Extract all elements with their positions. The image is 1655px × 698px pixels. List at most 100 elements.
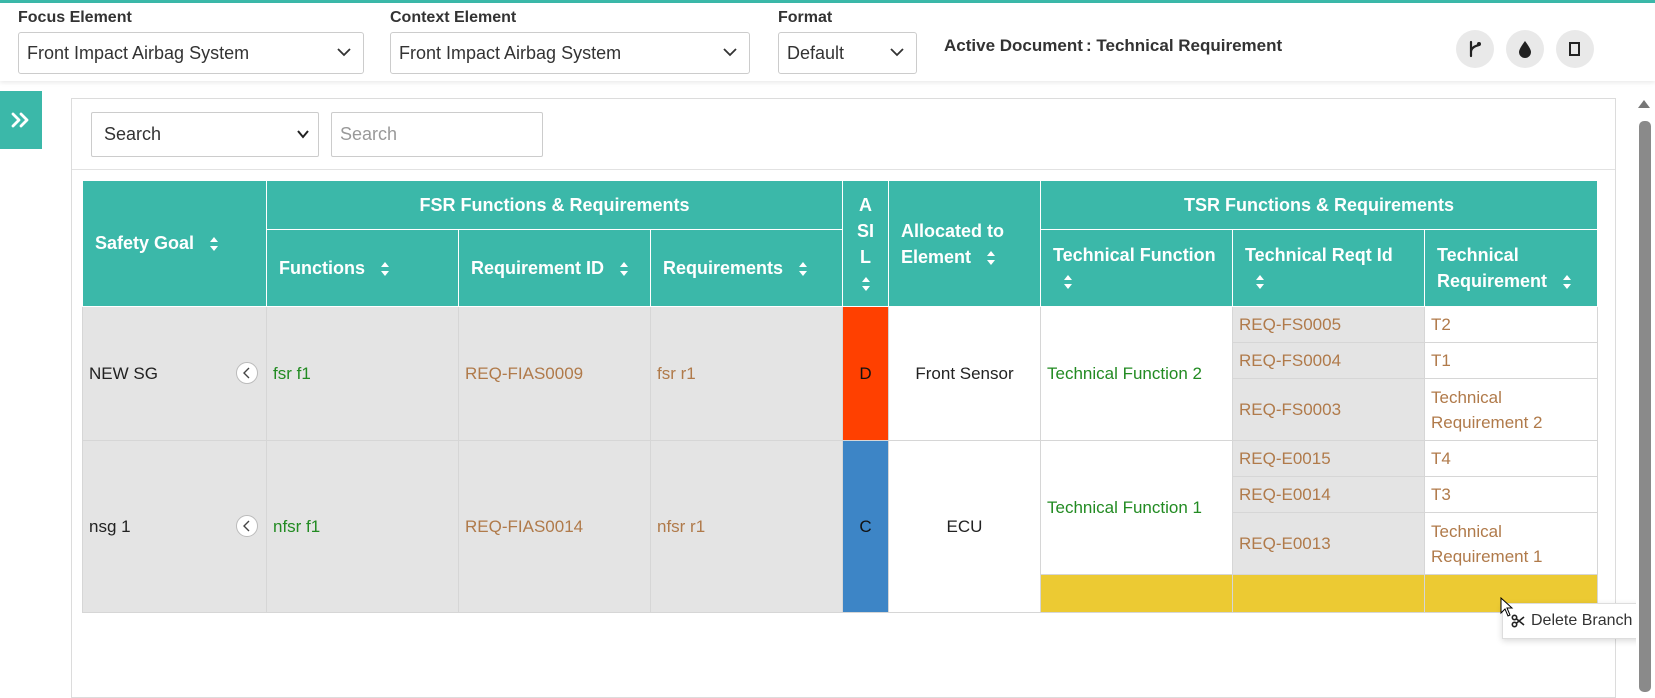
technical-requirement-cell[interactable]: Technical Requirement 2 (1424, 378, 1598, 441)
technical-reqt-id-cell[interactable]: REQ-E0013 (1232, 512, 1425, 575)
header-technical-function-label: Technical Function (1053, 245, 1216, 265)
context-element-select[interactable]: Front Impact Airbag System (390, 32, 750, 74)
header-safety-goal-label: Safety Goal (95, 233, 195, 253)
header-requirements-label: Requirements (663, 257, 784, 278)
context-element-value: Front Impact Airbag System (399, 43, 622, 63)
technical-reqt-id-cell[interactable]: REQ-E0014 (1232, 476, 1425, 513)
chevron-down-icon (723, 48, 737, 57)
active-document-label: Active Document (944, 36, 1083, 55)
safety-goal-text: nsg 1 (89, 516, 131, 536)
branch-icon-button[interactable] (1456, 30, 1494, 68)
asil-badge: C (842, 440, 889, 613)
safety-goal-cell: NEW SG (82, 306, 267, 441)
sort-icon (381, 261, 390, 276)
context-menu-label: Delete Branch (1531, 612, 1633, 629)
safety-goal-text: NEW SG (89, 363, 158, 383)
sort-icon (1563, 275, 1572, 290)
sort-icon (987, 250, 996, 265)
scroll-up-arrow-icon[interactable] (1638, 100, 1650, 108)
allocated-cell[interactable]: ECU (888, 440, 1041, 613)
drop-icon (1519, 41, 1531, 58)
sidebar-toggle-button[interactable] (0, 91, 42, 149)
collapse-button[interactable] (236, 514, 258, 537)
focus-element-value: Front Impact Airbag System (27, 43, 250, 63)
traceability-table: Safety Goal FSR Functions & Requirements… (82, 180, 1598, 613)
mouse-cursor-icon (1500, 597, 1514, 617)
sort-icon (861, 276, 870, 291)
header-requirement-id[interactable]: Requirement ID (458, 229, 651, 307)
requirement-cell[interactable]: fsr r1 (650, 306, 843, 441)
divider (72, 169, 1615, 170)
header-fsr-group: FSR Functions & Requirements (266, 180, 843, 230)
header-functions-label: Functions (279, 257, 365, 278)
function-cell[interactable]: fsr f1 (266, 306, 459, 441)
header-asil[interactable]: A SI L (842, 180, 889, 307)
search-field-select[interactable]: Search (91, 112, 319, 157)
header-asil-line-2: SI (856, 220, 874, 241)
technical-reqt-id-cell[interactable]: REQ-FS0005 (1232, 306, 1425, 343)
sort-icon (210, 237, 219, 252)
header-requirements[interactable]: Requirements (650, 229, 843, 307)
requirement-id-cell[interactable]: REQ-FIAS0009 (458, 306, 651, 441)
technical-requirement-cell[interactable]: T1 (1424, 342, 1598, 379)
technical-function-cell[interactable]: Technical Function 2 (1040, 306, 1233, 441)
header-requirement-id-label: Requirement ID (471, 257, 605, 278)
more-icon-button[interactable] (1556, 30, 1594, 68)
allocated-cell[interactable]: Front Sensor (888, 306, 1041, 441)
focus-element-label: Focus Element (18, 9, 132, 26)
requirement-cell[interactable]: nfsr r1 (650, 440, 843, 613)
table-row: NEW SG fsr f1 REQ-FIAS0009 fsr r1 D Fron… (82, 306, 1598, 441)
format-label: Format (778, 9, 833, 26)
header-technical-requirement-label: Technical Requirement (1437, 245, 1548, 291)
caret-left-icon (243, 367, 250, 378)
active-document-value: : Technical Requirement (1086, 36, 1283, 55)
header-allocated[interactable]: Allocated to Element (888, 180, 1041, 307)
technical-reqt-id-cell[interactable]: REQ-FS0003 (1232, 378, 1425, 441)
collapse-button[interactable] (236, 361, 258, 384)
chevron-down-icon (890, 48, 904, 57)
header-asil-line-3: L (860, 246, 871, 267)
header-technical-reqt-id-label: Technical Reqt Id (1245, 245, 1393, 265)
context-element-label: Context Element (390, 9, 517, 26)
technical-requirement-cell[interactable]: T3 (1424, 476, 1598, 513)
sort-icon (799, 261, 808, 276)
header-asil-line-1: A (859, 194, 872, 215)
format-value: Default (787, 43, 845, 63)
search-field-value: Search (104, 124, 162, 144)
drop-icon-button[interactable] (1506, 30, 1544, 68)
sort-icon (1256, 275, 1264, 290)
focus-element-select[interactable]: Front Impact Airbag System (18, 32, 364, 74)
safety-goal-cell: nsg 1 (82, 440, 267, 613)
caret-left-icon (243, 520, 250, 531)
header-tsr-group: TSR Functions & Requirements (1040, 180, 1598, 230)
function-cell[interactable]: nfsr f1 (266, 440, 459, 613)
sort-icon (620, 261, 629, 276)
format-select[interactable]: Default (778, 32, 917, 74)
document-icon (1569, 42, 1580, 56)
header-technical-requirement[interactable]: Technical Requirement (1424, 229, 1598, 307)
selected-branch-cell[interactable] (1040, 574, 1233, 613)
table-row: nsg 1 nfsr f1 REQ-FIAS0014 nfsr r1 C ECU… (82, 440, 1598, 613)
technical-reqt-id-cell[interactable]: REQ-FS0004 (1232, 342, 1425, 379)
header-safety-goal[interactable]: Safety Goal (82, 180, 267, 307)
technical-requirement-cell[interactable]: T4 (1424, 440, 1598, 477)
technical-reqt-id-cell[interactable]: REQ-E0015 (1232, 440, 1425, 477)
technical-requirement-cell[interactable]: T2 (1424, 306, 1598, 343)
toolbar: Focus Element Front Impact Airbag System… (0, 3, 1655, 81)
technical-requirement-cell[interactable]: Technical Requirement 1 (1424, 512, 1598, 575)
branch-icon (1469, 40, 1481, 58)
double-chevron-right-icon (11, 112, 29, 128)
sort-icon (1064, 275, 1072, 290)
scrollbar-thumb[interactable] (1639, 121, 1651, 692)
selected-branch-cell[interactable] (1232, 574, 1425, 613)
chevron-down-icon (337, 48, 351, 57)
technical-function-cell[interactable]: Technical Function 1 (1040, 440, 1233, 575)
header-functions[interactable]: Functions (266, 229, 459, 307)
header-technical-reqt-id[interactable]: Technical Reqt Id (1232, 229, 1425, 307)
asil-badge: D (842, 306, 889, 441)
search-input[interactable] (331, 112, 543, 157)
requirement-id-cell[interactable]: REQ-FIAS0014 (458, 440, 651, 613)
header-technical-function[interactable]: Technical Function (1040, 229, 1233, 307)
context-menu-delete-branch[interactable]: Delete Branch (1502, 603, 1641, 639)
chevron-down-icon (297, 130, 309, 139)
